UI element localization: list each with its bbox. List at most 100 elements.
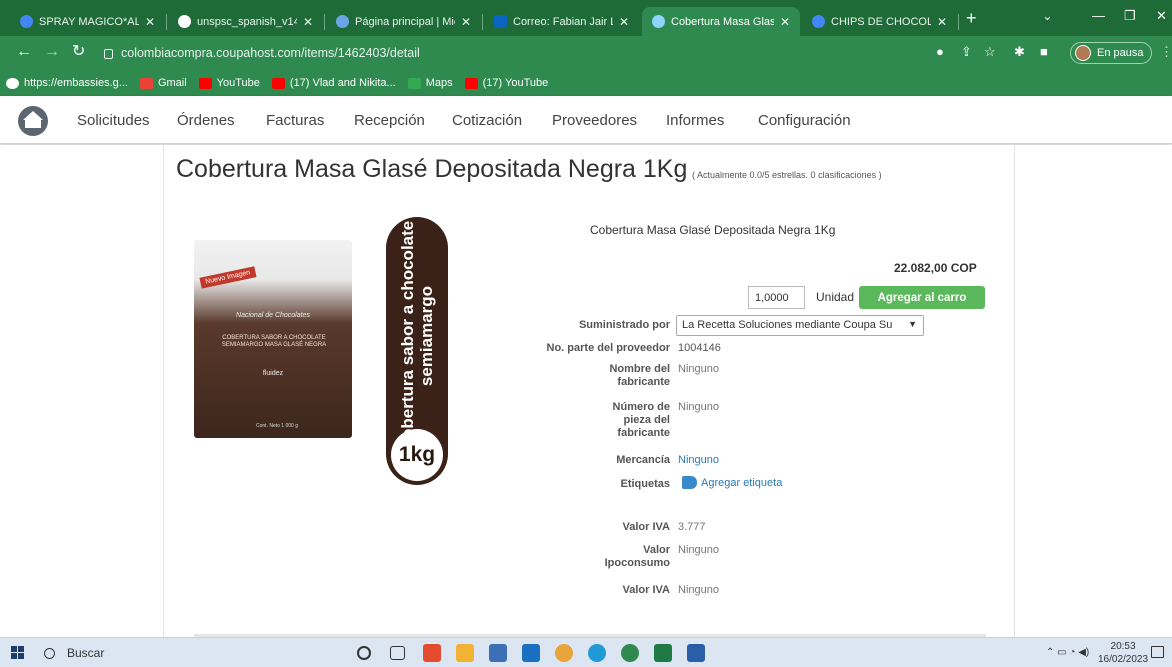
notifications-icon[interactable] [1151,646,1164,658]
supplier-part-value: 1004146 [678,342,721,354]
search-icon [44,647,55,659]
bookmark-label: (17) Vlad and Nikita... [289,77,396,89]
chrome-taskbar-icon[interactable] [555,644,573,662]
browser-tab[interactable]: unspsc_spanish_v14_0 ✕ [168,7,323,36]
page-body: Cobertura Masa Glasé Depositada Negra 1K… [0,145,1172,637]
chrome-icon [812,15,825,28]
close-tab-icon[interactable]: ✕ [461,15,471,29]
add-tag-link[interactable]: Agregar etiqueta [701,477,782,489]
bookmark-item[interactable]: YouTube [198,77,260,89]
word-icon[interactable] [687,644,705,662]
bookmark-item[interactable]: Maps [407,77,453,89]
nav-informes[interactable]: Informes [666,112,724,129]
nav-solicitudes[interactable]: Solicitudes [77,112,150,129]
url-text: colombiacompra.coupahost.com/items/14624… [121,46,420,60]
manufacturer-part-label: Número de pieza del fabricante [612,401,670,439]
vat-label: Valor IVA [622,521,670,533]
image-strip-text: Cobertura sabor a chocolate semiamargo [398,220,436,452]
product-image: Nuevo Imagen Nacional de Chocolates COBE… [194,240,352,438]
commodity-link[interactable]: Ninguno [678,454,719,467]
tab-title: Correo: Fabian Jair Lop [513,15,613,28]
browser-tab[interactable]: SPRAY MAGICO*ALIM ✕ [10,7,165,36]
manufacturer-value: Ninguno [678,363,719,375]
chrome-icon [20,15,33,28]
nav-proveedores[interactable]: Proveedores [552,112,637,129]
vat2-label: Valor IVA [622,584,670,596]
office-icon[interactable] [423,644,441,662]
ipoconsumo-value: Ninguno [678,544,719,556]
product-image-label: Cobertura sabor a chocolate semiamargo 1… [386,217,448,485]
quantity-input[interactable] [748,286,805,309]
product-name: Cobertura Masa Glasé Depositada Negra 1K… [590,223,836,237]
maps-icon [407,77,421,89]
bookmark-item[interactable]: (17) Vlad and Nikita... [271,77,396,89]
nav-facturas[interactable]: Facturas [266,112,324,129]
reload-icon[interactable]: ↻ [72,44,85,60]
new-tab-button[interactable]: + [966,9,977,27]
mail-icon[interactable] [522,644,540,662]
extensions-icon[interactable]: ✱ [1014,45,1025,59]
star-icon[interactable]: ☆ [984,45,996,59]
google-icon[interactable]: ● [936,45,944,59]
unit-label: Unidad [816,290,855,304]
back-icon[interactable]: ← [16,44,32,60]
task-view-icon[interactable] [390,646,405,660]
close-tab-icon[interactable]: ✕ [937,15,947,29]
bookmark-label: YouTube [216,77,260,89]
globe-icon [178,15,191,28]
windows-start-icon[interactable] [11,646,25,660]
windows-taskbar: Buscar ⌃ ▭ ◔ ◀) 20:53 16/02/2023 [0,637,1172,667]
taskbar-search[interactable]: Buscar [44,643,204,663]
browser-tab[interactable]: Página principal | Mic ✕ [326,7,481,36]
home-icon[interactable] [18,106,48,136]
browser-tab-active[interactable]: Cobertura Masa Glasé ✕ [642,7,800,36]
forward-icon[interactable]: → [44,44,60,60]
image-brand: Nacional de Chocolates [236,312,310,319]
close-tab-icon[interactable]: ✕ [780,15,790,29]
clock[interactable]: 20:53 16/02/2023 [1098,640,1148,666]
browser-tab[interactable]: Correo: Fabian Jair Lop ✕ [484,7,639,36]
rating-text: ( Actualmente 0.0/5 estrellas. 0 clasifi… [692,170,882,180]
bookmark-item[interactable]: https://embassies.g... [6,77,128,89]
supplier-select[interactable]: La Recetta Soluciones mediante Coupa Su … [676,315,924,336]
tab-search-icon[interactable]: ⌄ [1042,8,1053,24]
add-to-cart-button[interactable]: Agregar al carro [859,286,985,309]
close-tab-icon[interactable]: ✕ [145,15,155,29]
bing-icon [336,15,349,28]
system-tray-icons[interactable]: ⌃ ▭ ◔ ◀) [1046,647,1089,658]
tab-title: SPRAY MAGICO*ALIM [39,15,139,28]
close-tab-icon[interactable]: ✕ [619,15,629,29]
browser-tab[interactable]: CHIPS DE CHOCOLAT ✕ [802,7,957,36]
avatar [1075,45,1091,61]
image-badge: Nuevo Imagen [199,266,257,289]
minimize-icon[interactable]: — [1092,8,1105,23]
clock-date: 16/02/2023 [1098,654,1149,665]
share-icon[interactable]: ⇪ [961,45,972,59]
file-explorer-icon[interactable] [456,644,474,662]
close-window-icon[interactable]: ✕ [1156,8,1167,24]
profile-button[interactable]: En pausa [1070,42,1152,64]
close-tab-icon[interactable]: ✕ [303,15,313,29]
chevron-down-icon: ▼ [908,319,917,329]
tag-icon[interactable] [682,476,697,489]
bookmark-item[interactable]: (17) YouTube [464,77,548,89]
nav-ordenes[interactable]: Órdenes [177,112,235,129]
lock-icon [104,49,113,59]
sidepanel-icon[interactable]: ■ [1040,45,1048,59]
bookmark-item[interactable]: Gmail [139,77,187,89]
store-icon[interactable] [489,644,507,662]
cortana-icon[interactable] [357,646,371,660]
vat-value: 3.777 [678,521,706,533]
nav-recepcion[interactable]: Recepción [354,112,425,129]
restore-icon[interactable]: ❐ [1124,8,1136,24]
menu-icon[interactable]: ⋮ [1160,45,1172,59]
image-weight: 1kg [391,429,443,481]
address-bar[interactable]: colombiacompra.coupahost.com/items/14624… [104,41,924,65]
edge-icon[interactable] [588,644,606,662]
excel-icon[interactable] [654,644,672,662]
nav-cotizacion[interactable]: Cotización [452,112,522,129]
chrome-profile-icon[interactable] [621,644,639,662]
nav-configuracion[interactable]: Configuración [758,112,851,129]
vat2-value: Ninguno [678,584,719,596]
supplier-value: La Recetta Soluciones mediante Coupa Su [682,319,893,331]
